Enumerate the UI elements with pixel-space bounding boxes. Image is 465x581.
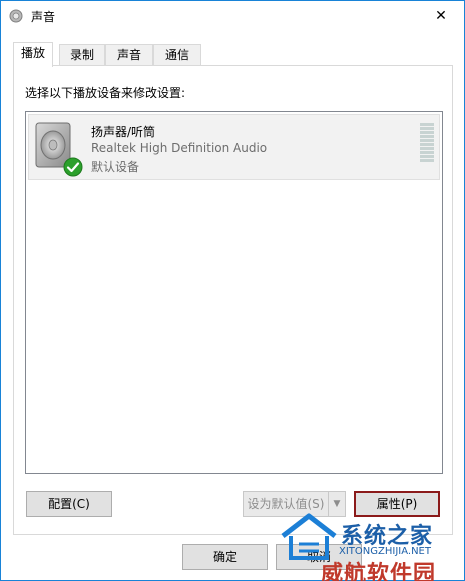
house-logo-icon	[281, 513, 337, 560]
watermark-logo: 系统之家 XITONGZHIJIA.NET 威航软件园	[281, 506, 465, 581]
window-title: 声音	[31, 10, 56, 24]
instruction-text: 选择以下播放设备来修改设置:	[25, 86, 186, 100]
tab-playback[interactable]: 播放	[13, 42, 53, 67]
device-item-speaker[interactable]: 扬声器/听筒 Realtek High Definition Audio 默认设…	[28, 114, 440, 180]
speaker-title-icon	[9, 9, 23, 23]
tab-recording[interactable]: 录制	[59, 44, 105, 66]
close-icon: ✕	[435, 8, 447, 24]
device-driver: Realtek High Definition Audio	[91, 141, 268, 155]
tab-sounds[interactable]: 声音	[105, 44, 153, 66]
sound-dialog: 声音 ✕ 播放 录制 声音 通信 选择以下播放设备来修改设置: 扬声器/听筒 R…	[0, 0, 465, 581]
tab-communications[interactable]: 通信	[153, 44, 201, 66]
ok-button[interactable]: 确定	[182, 544, 268, 570]
title-bar[interactable]: 声音 ✕	[1, 1, 464, 31]
device-name: 扬声器/听筒	[91, 125, 156, 139]
playback-panel: 选择以下播放设备来修改设置: 扬声器/听筒 Realtek High Defin…	[13, 65, 453, 535]
default-check-icon	[63, 157, 83, 177]
volume-level-meter	[420, 123, 434, 165]
configure-button[interactable]: 配置(C)	[26, 491, 112, 517]
device-list[interactable]: 扬声器/听筒 Realtek High Definition Audio 默认设…	[25, 111, 443, 474]
device-status: 默认设备	[91, 160, 140, 174]
close-button[interactable]: ✕	[418, 1, 464, 31]
watermark-line3: 威航软件园	[321, 561, 437, 581]
